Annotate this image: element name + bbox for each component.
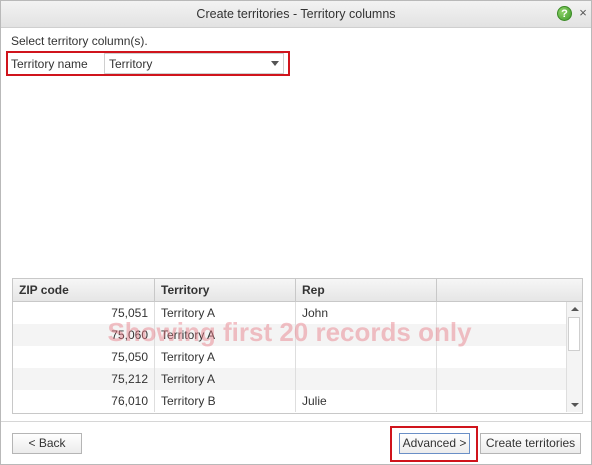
back-button[interactable]: < Back (12, 433, 82, 454)
chevron-down-icon (571, 403, 579, 407)
territory-column-selected-value: Territory (109, 57, 153, 71)
territory-name-label: Territory name (11, 57, 88, 71)
territory-cell: Territory A (155, 368, 296, 390)
empty-cell (437, 368, 566, 390)
empty-cell (437, 302, 566, 324)
create-territories-dialog: Create territories - Territory columns ?… (0, 0, 592, 465)
table-row[interactable]: 75,050 Territory A (13, 346, 566, 368)
rep-cell (296, 324, 437, 346)
empty-cell (437, 346, 566, 368)
territory-cell: Territory A (155, 324, 296, 346)
close-icon[interactable]: × (577, 5, 589, 21)
territory-cell: Territory A (155, 346, 296, 368)
table-row[interactable]: 75,212 Territory A (13, 368, 566, 390)
grid-vertical-scrollbar[interactable] (566, 302, 582, 412)
grid-header: ZIP code Territory Rep (13, 279, 582, 302)
rep-cell: Julie (296, 390, 437, 412)
empty-cell (437, 390, 566, 412)
empty-cell (437, 324, 566, 346)
title-bar: Create territories - Territory columns ?… (1, 1, 591, 28)
territory-column-dropdown[interactable]: Territory (104, 53, 284, 74)
chevron-up-icon (571, 307, 579, 311)
scroll-thumb[interactable] (568, 317, 580, 351)
zip-code-cell: 75,050 (13, 346, 155, 368)
select-territory-column-prompt: Select territory column(s). (11, 34, 148, 48)
help-icon[interactable]: ? (557, 6, 572, 21)
territory-cell: Territory B (155, 390, 296, 412)
advanced-button[interactable]: Advanced > (399, 433, 470, 454)
scroll-down-button[interactable] (567, 398, 582, 412)
rep-cell (296, 346, 437, 368)
zip-code-cell: 76,010 (13, 390, 155, 412)
column-header-territory[interactable]: Territory (155, 279, 296, 301)
column-header-rep[interactable]: Rep (296, 279, 437, 301)
zip-code-cell: 75,060 (13, 324, 155, 346)
column-header-empty (437, 279, 582, 301)
scroll-up-button[interactable] (567, 302, 582, 316)
column-header-zip-code[interactable]: ZIP code (13, 279, 155, 301)
table-row[interactable]: 76,010 Territory B Julie (13, 390, 566, 412)
chevron-down-icon[interactable] (271, 61, 279, 66)
table-row[interactable]: 75,051 Territory A John (13, 302, 566, 324)
territory-column-row: Territory name Territory (6, 51, 290, 76)
territory-cell: Territory A (155, 302, 296, 324)
preview-grid: ZIP code Territory Rep 75,051 Territory … (12, 278, 583, 414)
table-row[interactable]: 75,060 Territory A (13, 324, 566, 346)
create-territories-button[interactable]: Create territories (480, 433, 581, 454)
footer-divider (1, 421, 591, 422)
rep-cell: John (296, 302, 437, 324)
rep-cell (296, 368, 437, 390)
dialog-title: Create territories - Territory columns (196, 7, 396, 21)
zip-code-cell: 75,051 (13, 302, 155, 324)
zip-code-cell: 75,212 (13, 368, 155, 390)
